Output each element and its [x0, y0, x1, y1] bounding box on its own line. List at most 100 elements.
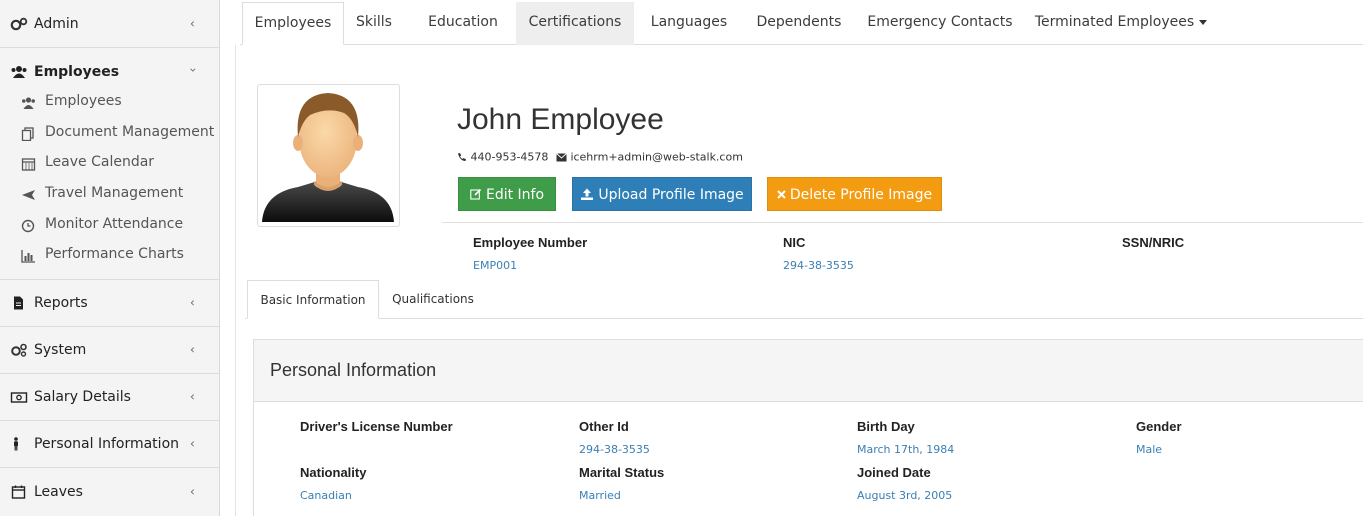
delete-profile-image-button[interactable]: Delete Profile Image: [767, 177, 942, 211]
sidebar-item-label: Document Management: [45, 124, 215, 140]
sidebar-section-employees-header[interactable]: Employees ‹: [0, 48, 219, 96]
chevron-left-icon[interactable]: ‹: [190, 16, 195, 30]
tab-education[interactable]: Education: [418, 2, 508, 45]
person-icon: [14, 437, 18, 451]
tab-terminated-employees-dropdown[interactable]: Terminated Employees: [1034, 2, 1208, 45]
tab-skills[interactable]: Skills: [346, 2, 402, 45]
sidebar-section-salary-details[interactable]: Salary Details ‹: [0, 374, 219, 421]
sidebar-section-label: System: [34, 342, 87, 358]
sidebar-item-label: Leave Calendar: [45, 154, 155, 170]
sidebar-section-label: Leaves: [34, 484, 83, 500]
calendar-icon: [21, 158, 36, 171]
chevron-left-icon[interactable]: ‹: [190, 389, 195, 403]
field-label-joined-date: Joined Date: [857, 465, 931, 480]
upload-icon: [581, 188, 594, 200]
tab-basic-information[interactable]: Basic Information: [247, 280, 379, 319]
email-address: icehrm+admin@web-stalk.com: [570, 150, 743, 164]
field-label-birth-day: Birth Day: [857, 419, 915, 434]
tab-dependents[interactable]: Dependents: [748, 2, 850, 45]
field-label-nic: NIC: [783, 235, 806, 250]
sidebar-item-travel-management[interactable]: Travel Management: [0, 185, 219, 217]
phone-icon: [458, 153, 466, 161]
tab-qualifications[interactable]: Qualifications: [385, 280, 481, 319]
envelope-icon: [556, 152, 567, 161]
chevron-left-icon[interactable]: ‹: [190, 342, 195, 356]
users-icon: [22, 97, 35, 109]
tab-emergency-contacts[interactable]: Emergency Contacts: [866, 2, 1014, 45]
sidebar-section-admin[interactable]: Admin ‹: [0, 0, 219, 48]
field-value-employee-number: EMP001: [473, 259, 518, 272]
field-label-drivers-license: Driver's License Number: [300, 419, 453, 434]
field-label-nationality: Nationality: [300, 465, 367, 480]
sidebar-section-system[interactable]: System ‹: [0, 327, 219, 374]
chevron-left-icon[interactable]: ‹: [190, 295, 195, 309]
cogs-icon: [11, 343, 27, 357]
field-value-nic: 294-38-3535: [783, 259, 854, 272]
panel-title: Personal Information: [270, 360, 437, 380]
sidebar-item-label: Performance Charts: [45, 246, 184, 262]
button-label: Delete Profile Image: [789, 187, 933, 203]
sidebar-item-label: Monitor Attendance: [45, 216, 184, 232]
tab-employees[interactable]: Employees: [242, 2, 344, 45]
button-label: Upload Profile Image: [598, 187, 744, 203]
field-value-nationality: Canadian: [300, 489, 352, 502]
calendar-icon: [11, 485, 26, 499]
panel-header: Personal Information: [254, 340, 1363, 402]
avatar-icon: [262, 93, 394, 222]
tab-certifications[interactable]: Certifications: [516, 2, 634, 45]
sidebar-section-label: Salary Details: [34, 389, 131, 405]
sidebar-section-reports[interactable]: Reports ‹: [0, 280, 219, 327]
chevron-down-icon[interactable]: ‹: [185, 68, 199, 73]
close-icon: [777, 190, 786, 199]
documents-icon: [21, 127, 34, 141]
sidebar-section-label: Personal Information: [34, 436, 180, 452]
field-label-employee-number: Employee Number: [473, 235, 588, 250]
profile-image: [257, 84, 400, 227]
field-value-birth-day: March 17th, 1984: [857, 443, 955, 456]
field-value-marital-status: Married: [579, 489, 621, 502]
employee-name: John Employee: [457, 103, 664, 136]
top-tab-bar: Employees Skills Education Certification…: [240, 0, 1363, 45]
field-label-gender: Gender: [1136, 419, 1182, 434]
chevron-left-icon[interactable]: ‹: [190, 484, 195, 498]
field-label-ssn: SSN/NRIC: [1122, 235, 1185, 250]
caret-down-icon: [1199, 19, 1208, 25]
field-value-other-id: 294-38-3535: [579, 443, 650, 456]
button-label: Edit Info: [485, 187, 545, 203]
sidebar-section-label: Admin: [34, 15, 79, 32]
field-label-marital-status: Marital Status: [579, 465, 665, 480]
plane-icon: [22, 190, 35, 200]
sidebar-item-employees[interactable]: Employees: [0, 93, 219, 125]
divider: [442, 222, 1363, 223]
sidebar-section-personal-information[interactable]: Personal Information ‹: [0, 421, 219, 468]
field-value-gender: Male: [1136, 443, 1163, 456]
tab-label: Terminated Employees: [1034, 14, 1195, 30]
file-icon: [14, 296, 23, 310]
money-icon: [10, 392, 28, 403]
sub-tab-bar: Basic Information Qualifications: [245, 280, 1363, 319]
content-left-border: [235, 45, 236, 516]
sidebar-item-leave-calendar[interactable]: Leave Calendar: [0, 154, 219, 186]
cogs-icon: [10, 17, 28, 30]
tab-languages[interactable]: Languages: [642, 2, 736, 45]
sidebar-section-leaves[interactable]: Leaves ‹: [0, 468, 219, 516]
sidebar-item-document-management[interactable]: Document Management: [0, 124, 219, 156]
bar-chart-icon: [21, 250, 35, 263]
chevron-left-icon[interactable]: ‹: [190, 436, 195, 450]
contact-line: 440-953-4578 icehrm+admin@web-stalk.com: [457, 150, 743, 164]
clock-icon: [21, 219, 35, 233]
sidebar-section-label: Employees: [34, 64, 120, 80]
sidebar-section-employees: Employees ‹ Employees Document Managemen…: [0, 48, 219, 280]
users-icon: [11, 66, 27, 78]
sidebar: Admin ‹ Employees ‹ Employees Document M…: [0, 0, 220, 516]
sidebar-item-label: Employees: [45, 93, 122, 109]
sidebar-item-performance-charts[interactable]: Performance Charts: [0, 246, 219, 278]
field-value-joined-date: August 3rd, 2005: [857, 489, 953, 502]
edit-info-button[interactable]: Edit Info: [458, 177, 556, 211]
sidebar-item-monitor-attendance[interactable]: Monitor Attendance: [0, 216, 219, 248]
sidebar-item-label: Travel Management: [45, 185, 184, 201]
phone-number: 440-953-4578: [470, 150, 549, 164]
sidebar-section-label: Reports: [34, 295, 88, 311]
upload-profile-image-button[interactable]: Upload Profile Image: [572, 177, 752, 211]
edit-icon: [470, 188, 482, 200]
